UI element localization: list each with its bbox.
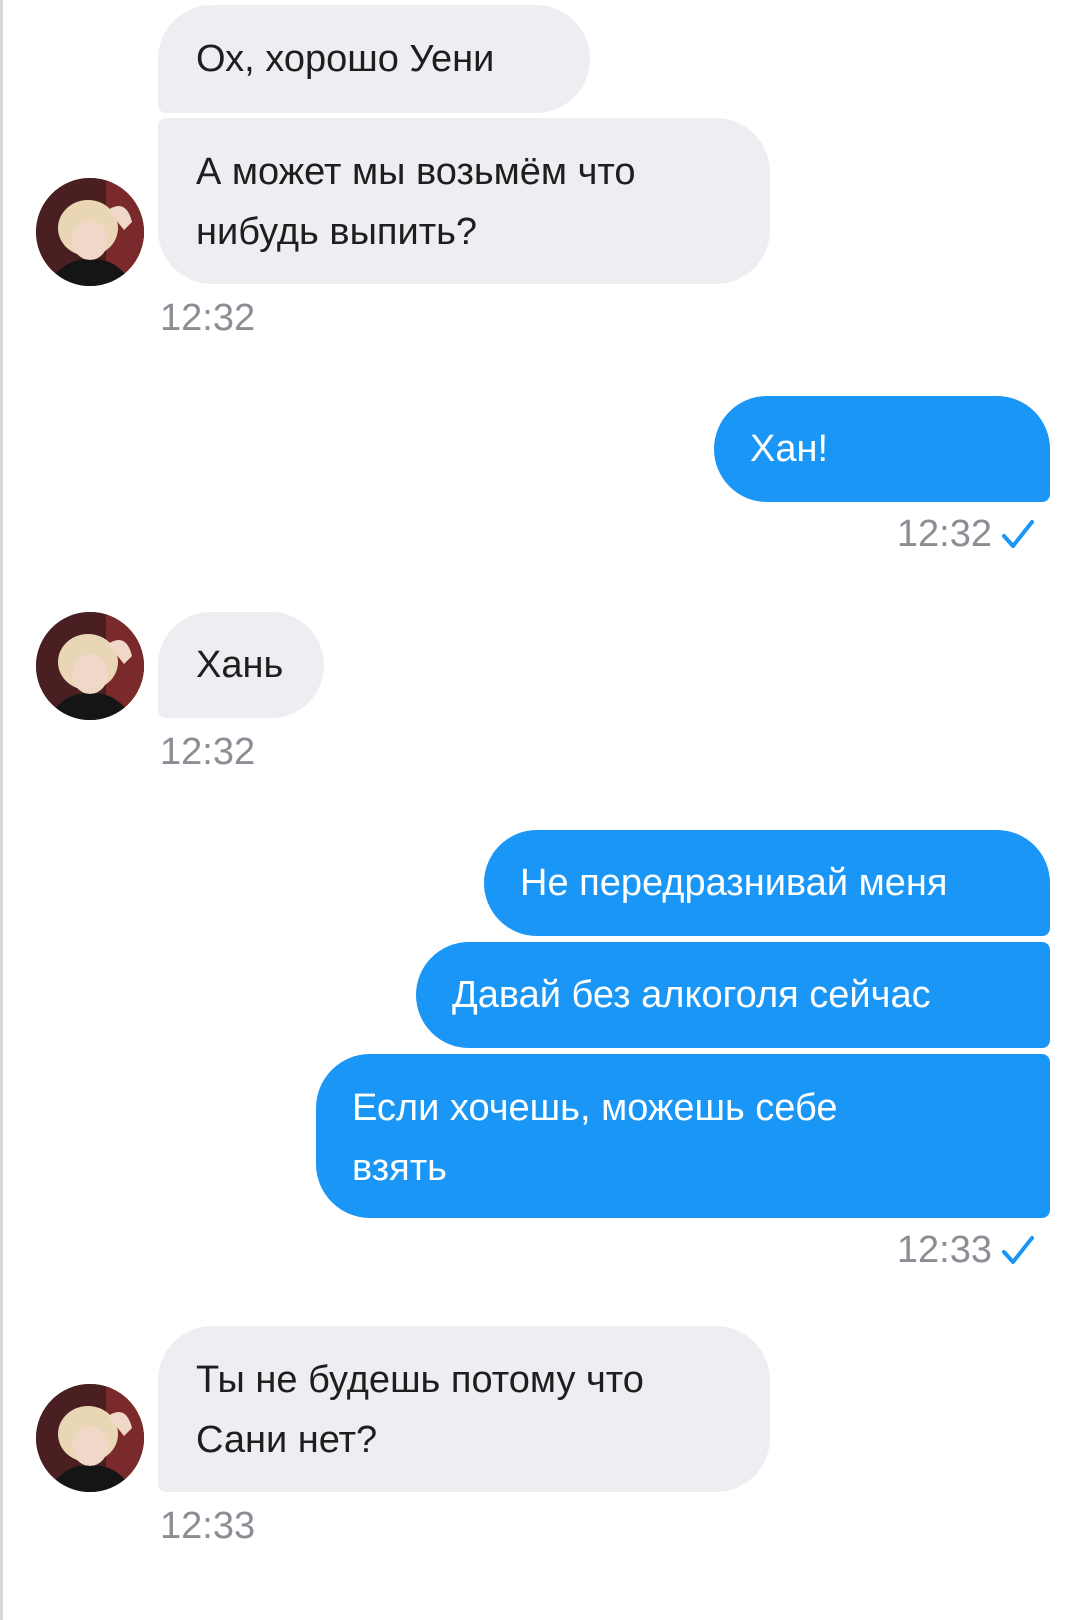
message-text: Хань bbox=[196, 644, 284, 686]
contact-avatar[interactable] bbox=[36, 612, 144, 720]
message-timestamp: 12:32 bbox=[160, 731, 256, 773]
message-outgoing[interactable]: Если хочешь, можешь себе взять bbox=[316, 1054, 1050, 1218]
message-timestamp: 12:32 bbox=[896, 513, 992, 555]
contact-avatar[interactable] bbox=[36, 178, 144, 286]
message-incoming[interactable]: Ты не будешь потому что Сани нет? bbox=[158, 1326, 770, 1492]
message-incoming[interactable]: Ох, хорошо Уени bbox=[158, 5, 590, 113]
divider bbox=[0, 0, 3, 1620]
message-timestamp: 12:33 bbox=[160, 1505, 256, 1547]
message-outgoing[interactable]: Не передразнивай меня bbox=[484, 830, 1050, 936]
message-text: Не передразнивай меня bbox=[520, 862, 948, 904]
message-text: Давай без алкоголя сейчас bbox=[452, 974, 931, 1016]
contact-avatar[interactable] bbox=[36, 1384, 144, 1492]
message-text: Ты не будешь потому что Сани нет? bbox=[196, 1359, 644, 1461]
message-text: Если хочешь, можешь себе взять bbox=[352, 1087, 838, 1189]
chat-thread: Ох, хорошо Уени А может мы возьмём что н… bbox=[0, 0, 1080, 1620]
message-incoming[interactable]: А может мы возьмём что нибудь выпить? bbox=[158, 118, 770, 284]
message-timestamp: 12:33 bbox=[896, 1229, 992, 1271]
message-timestamp: 12:32 bbox=[160, 297, 256, 339]
message-outgoing[interactable]: Хан! bbox=[714, 396, 1050, 502]
message-outgoing[interactable]: Давай без алкоголя сейчас bbox=[416, 942, 1050, 1048]
check-icon bbox=[1000, 1230, 1036, 1270]
message-text: А может мы возьмём что нибудь выпить? bbox=[196, 151, 636, 253]
message-text: Хан! bbox=[750, 428, 829, 470]
message-text: Ох, хорошо Уени bbox=[196, 38, 495, 80]
check-icon bbox=[1000, 514, 1036, 554]
message-incoming[interactable]: Хань bbox=[158, 612, 324, 718]
